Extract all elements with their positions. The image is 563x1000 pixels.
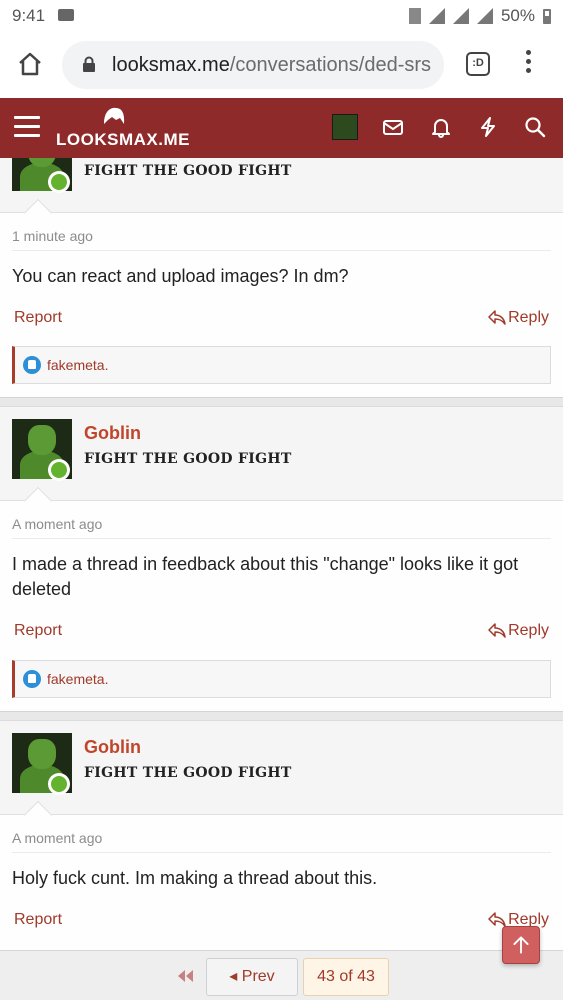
reactions-bar[interactable]: fakemeta. [12, 346, 551, 384]
user-title: FIGHT THE GOOD FIGHT [84, 163, 292, 179]
user-avatar[interactable] [332, 114, 358, 140]
report-link[interactable]: Report [14, 911, 62, 929]
browser-toolbar: looksmax.me/conversations/ded-srs :D [0, 32, 563, 98]
divider [12, 852, 551, 853]
tabs-button[interactable]: :D [466, 52, 490, 76]
url-bar[interactable]: looksmax.me/conversations/ded-srs [62, 41, 444, 89]
bubble-pointer [23, 800, 53, 830]
like-icon [23, 670, 41, 688]
reply-link[interactable]: Reply [488, 309, 549, 327]
reply-label: Reply [508, 309, 549, 326]
message-text: You can react and upload images? In dm? [12, 266, 349, 286]
bolt-icon[interactable] [477, 116, 499, 138]
status-bar: 9:41 50% [0, 0, 563, 32]
post-time[interactable]: A moment ago [12, 516, 102, 532]
post-user-block: FIGHT THE GOOD FIGHT [0, 158, 563, 228]
user-title: FIGHT THE GOOD FIGHT [84, 765, 292, 781]
logo-hair-icon [104, 107, 125, 124]
message-post: Goblin FIGHT THE GOOD FIGHT A moment ago… [0, 406, 563, 712]
pagination-bar: ◂ Prev 43 of 43 [0, 950, 563, 1000]
signal-icon [452, 8, 469, 24]
site-navbar: LOOKSMAX.ME [0, 98, 563, 158]
divider [12, 538, 551, 539]
vibrate-icon [408, 8, 421, 24]
logo-text: LOOKSMAX.ME [56, 130, 190, 149]
prev-page-button[interactable]: ◂ Prev [206, 958, 298, 996]
reactions-bar[interactable]: fakemeta. [12, 660, 551, 698]
status-time: 9:41 [12, 6, 46, 25]
reply-link[interactable]: Reply [488, 622, 549, 640]
home-icon[interactable] [16, 50, 44, 78]
reaction-user-link[interactable]: fakemeta. [47, 357, 108, 373]
divider [12, 250, 551, 251]
reply-icon [488, 912, 506, 927]
url-domain: looksmax.me [112, 54, 230, 76]
bell-icon[interactable] [430, 116, 452, 138]
hamburger-icon[interactable] [14, 116, 40, 138]
reply-icon [488, 310, 506, 325]
reaction-user-link[interactable]: fakemeta. [47, 671, 108, 687]
online-status-icon [48, 459, 70, 481]
message-text: I made a thread in feedback about this "… [12, 554, 519, 599]
online-status-icon [48, 773, 70, 795]
message-post: FIGHT THE GOOD FIGHT 1 minute ago You ca… [0, 158, 563, 398]
post-time[interactable]: 1 minute ago [12, 228, 93, 244]
conversation-messages[interactable]: FIGHT THE GOOD FIGHT 1 minute ago You ca… [0, 158, 563, 950]
user-title: FIGHT THE GOOD FIGHT [84, 451, 292, 467]
report-link[interactable]: Report [14, 309, 62, 327]
prev-label: Prev [241, 968, 275, 985]
username-link[interactable]: Goblin [84, 423, 141, 444]
first-page-icon[interactable] [174, 966, 196, 986]
post-time[interactable]: A moment ago [12, 830, 102, 846]
post-user-block: Goblin FIGHT THE GOOD FIGHT [0, 721, 563, 830]
lock-icon [83, 56, 95, 72]
url-path: /conversations/ded-srs [229, 54, 432, 76]
reply-label: Reply [508, 622, 549, 639]
reply-icon [488, 623, 506, 638]
message-post: Goblin FIGHT THE GOOD FIGHT A moment ago… [0, 720, 563, 950]
battery-percent: 50% [500, 6, 535, 25]
url-text: looksmax.me/conversations/ded-srs [112, 54, 431, 77]
report-link[interactable]: Report [14, 622, 62, 640]
battery-icon [543, 8, 551, 24]
signal-icon-2 [476, 8, 493, 24]
search-icon[interactable] [524, 116, 546, 138]
scroll-top-icon[interactable] [502, 926, 540, 964]
username-link[interactable]: Goblin [84, 737, 141, 758]
online-status-icon [48, 171, 70, 193]
status-icons: 50% [408, 6, 551, 26]
envelope-icon[interactable] [382, 116, 404, 138]
page-indicator-button[interactable]: 43 of 43 [303, 958, 389, 996]
message-text: Holy fuck cunt. Im making a thread about… [12, 868, 378, 888]
bubble-pointer [23, 486, 53, 516]
mail-icon [58, 9, 74, 21]
like-icon [23, 356, 41, 374]
wifi-icon [428, 8, 445, 24]
post-user-block: Goblin FIGHT THE GOOD FIGHT [0, 407, 563, 516]
bubble-pointer [23, 198, 53, 228]
browser-menu-icon[interactable] [524, 50, 532, 78]
